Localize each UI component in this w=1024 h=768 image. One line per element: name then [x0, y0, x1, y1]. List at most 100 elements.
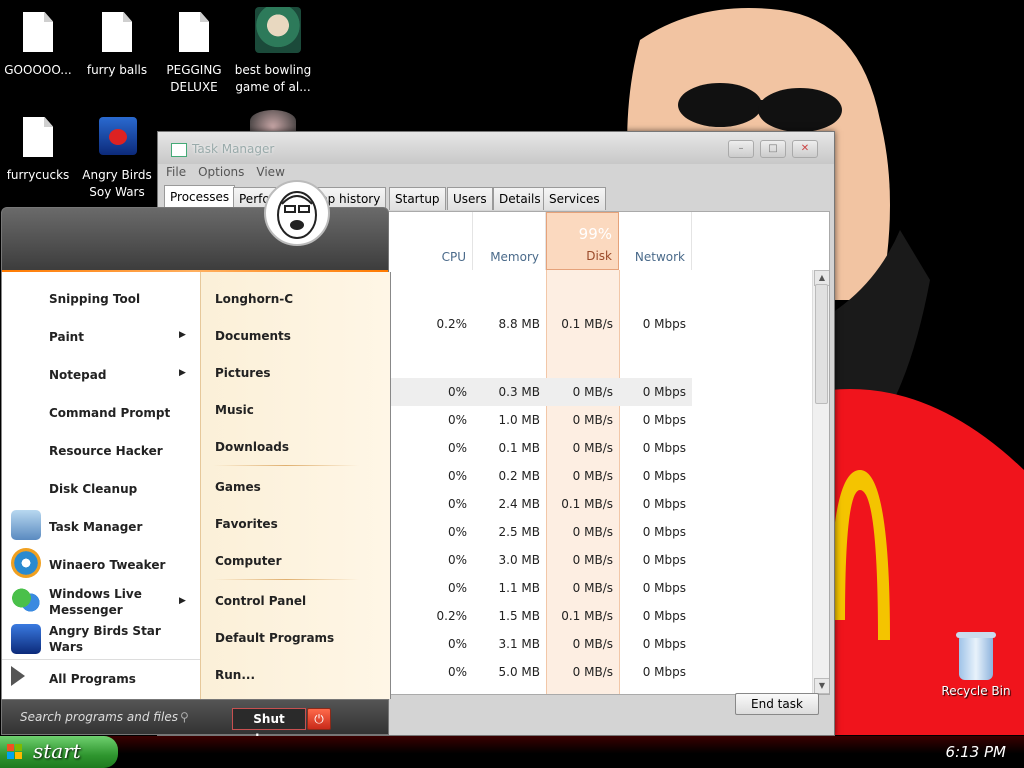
- disk-usage-percent: 99%: [578, 225, 612, 243]
- place-control-panel[interactable]: Control Panel: [215, 594, 306, 608]
- cell-cpu: 0%: [447, 469, 467, 483]
- place-default-programs[interactable]: Default Programs: [215, 631, 334, 645]
- place-longhorn-c[interactable]: Longhorn-C: [215, 292, 293, 306]
- start-item-snipping-tool[interactable]: Snipping Tool: [49, 292, 140, 306]
- power-icon[interactable]: ⏻: [307, 708, 331, 730]
- cell-memory: 2.4 MB: [498, 497, 540, 511]
- place-music[interactable]: Music: [215, 403, 254, 417]
- cell-network: 0 Mbps: [642, 665, 686, 679]
- cell-cpu: 0%: [447, 385, 467, 399]
- divider: [213, 579, 359, 580]
- start-button-label: start: [33, 739, 81, 763]
- cell-cpu: 0.2%: [436, 317, 468, 331]
- cell-disk: 0.1 MB/s: [561, 609, 613, 623]
- place-games[interactable]: Games: [215, 480, 261, 494]
- place-run[interactable]: Run...: [215, 668, 255, 682]
- start-item-command-prompt[interactable]: Command Prompt: [49, 406, 170, 420]
- cell-memory: 5.0 MB: [498, 665, 540, 679]
- column-header-memory[interactable]: Memory: [473, 212, 546, 270]
- all-programs-arrow-icon[interactable]: [11, 666, 25, 686]
- tab-details[interactable]: Details: [493, 187, 547, 210]
- place-favorites[interactable]: Favorites: [215, 517, 278, 531]
- desktop-icon-furry-balls[interactable]: furry balls: [77, 12, 157, 79]
- place-pictures[interactable]: Pictures: [215, 366, 271, 380]
- divider: [213, 465, 359, 466]
- all-programs-button[interactable]: All Programs: [49, 672, 136, 686]
- desktop-icon-goooooo[interactable]: GOOOOO...: [0, 12, 78, 79]
- bowling-game-icon: [255, 7, 301, 56]
- messenger-icon: [11, 586, 41, 616]
- cell-network: 0 Mbps: [642, 497, 686, 511]
- desktop-icon-angry-birds-soy-wars[interactable]: Angry Birds Soy Wars: [77, 117, 157, 201]
- angry-birds-icon: [11, 624, 41, 654]
- cell-disk: 0 MB/s: [572, 525, 613, 539]
- partial-desktop-icon[interactable]: [250, 110, 296, 132]
- scroll-down-arrow-icon[interactable]: ▼: [814, 678, 829, 694]
- text-file-icon: [176, 12, 212, 56]
- start-item-notepad[interactable]: Notepad: [49, 368, 106, 382]
- place-computer[interactable]: Computer: [215, 554, 281, 568]
- cell-disk: 0 MB/s: [572, 413, 613, 427]
- maximize-button[interactable]: □: [760, 140, 786, 158]
- cell-memory: 0.2 MB: [498, 469, 540, 483]
- cell-memory: 1.5 MB: [498, 609, 540, 623]
- start-item-disk-cleanup[interactable]: Disk Cleanup: [49, 482, 137, 496]
- place-downloads[interactable]: Downloads: [215, 440, 289, 454]
- scrollbar-thumb[interactable]: [815, 284, 828, 404]
- desktop-icon-pegging-deluxe[interactable]: PEGGING DELUXE: [154, 12, 234, 96]
- place-documents[interactable]: Documents: [215, 329, 291, 343]
- search-icon[interactable]: ⚲: [180, 710, 189, 724]
- vertical-scrollbar[interactable]: ▲ ▼: [812, 270, 829, 694]
- user-avatar[interactable]: [264, 180, 330, 246]
- cell-memory: 3.0 MB: [498, 553, 540, 567]
- start-item-resource-hacker[interactable]: Resource Hacker: [49, 444, 163, 458]
- cell-cpu: 0%: [447, 497, 467, 511]
- start-button[interactable]: start: [0, 736, 118, 768]
- title-bar[interactable]: Task Manager – □ ✕: [158, 132, 834, 164]
- tab-services[interactable]: Services: [543, 187, 606, 210]
- menu-file[interactable]: File: [166, 165, 186, 179]
- start-menu-header: [1, 207, 389, 273]
- start-item-angry-birds-star-wars[interactable]: Angry Birds Star Wars: [49, 623, 169, 655]
- cell-disk: 0 MB/s: [572, 637, 613, 651]
- cell-cpu: 0%: [447, 553, 467, 567]
- desktop-icon-furrycucks[interactable]: furrycucks: [0, 117, 78, 184]
- taskbar: start 6:13 PM: [0, 736, 1024, 768]
- minimize-button[interactable]: –: [728, 140, 754, 158]
- start-item-task-manager[interactable]: Task Manager: [49, 520, 142, 534]
- column-header-network[interactable]: Network: [619, 212, 692, 270]
- cell-disk: 0.1 MB/s: [561, 497, 613, 511]
- cell-network: 0 Mbps: [642, 413, 686, 427]
- recycle-bin[interactable]: Recycle Bin: [938, 632, 1014, 698]
- cell-network: 0 Mbps: [642, 637, 686, 651]
- cell-cpu: 0%: [447, 637, 467, 651]
- system-clock[interactable]: 6:13 PM: [946, 743, 1006, 761]
- column-header-network-label: Network: [634, 250, 685, 264]
- menu-options[interactable]: Options: [198, 165, 244, 179]
- cell-memory: 8.8 MB: [498, 317, 540, 331]
- tab-startup[interactable]: Startup: [389, 187, 446, 210]
- close-button[interactable]: ✕: [792, 140, 818, 158]
- column-header-disk[interactable]: 99% Disk: [546, 212, 619, 270]
- cell-cpu: 0%: [447, 413, 467, 427]
- submenu-arrow-icon[interactable]: ▶: [179, 368, 186, 378]
- menu-view[interactable]: View: [256, 165, 284, 179]
- start-menu-places-pane: Longhorn-C Documents Pictures Music Down…: [200, 272, 391, 699]
- submenu-arrow-icon[interactable]: ▶: [179, 330, 186, 340]
- tab-users[interactable]: Users: [447, 187, 493, 210]
- start-item-paint[interactable]: Paint: [49, 330, 84, 344]
- task-manager-icon: [11, 510, 41, 540]
- search-input[interactable]: Search programs and files: [20, 710, 178, 724]
- end-task-button[interactable]: End task: [735, 693, 819, 715]
- shutdown-button[interactable]: Shut down: [232, 708, 306, 746]
- cell-network: 0 Mbps: [642, 609, 686, 623]
- start-item-winaero-tweaker[interactable]: Winaero Tweaker: [49, 558, 165, 572]
- column-header-cpu[interactable]: CPU: [400, 212, 473, 270]
- divider: [2, 659, 201, 660]
- start-item-windows-live-messenger[interactable]: Windows Live Messenger: [49, 586, 169, 618]
- submenu-arrow-icon[interactable]: ▶: [179, 596, 186, 606]
- cell-cpu: 0.2%: [436, 609, 468, 623]
- cell-memory: 0.1 MB: [498, 441, 540, 455]
- text-file-icon: [20, 117, 56, 161]
- desktop-icon-best-bowling[interactable]: best bowling game of al...: [233, 7, 313, 96]
